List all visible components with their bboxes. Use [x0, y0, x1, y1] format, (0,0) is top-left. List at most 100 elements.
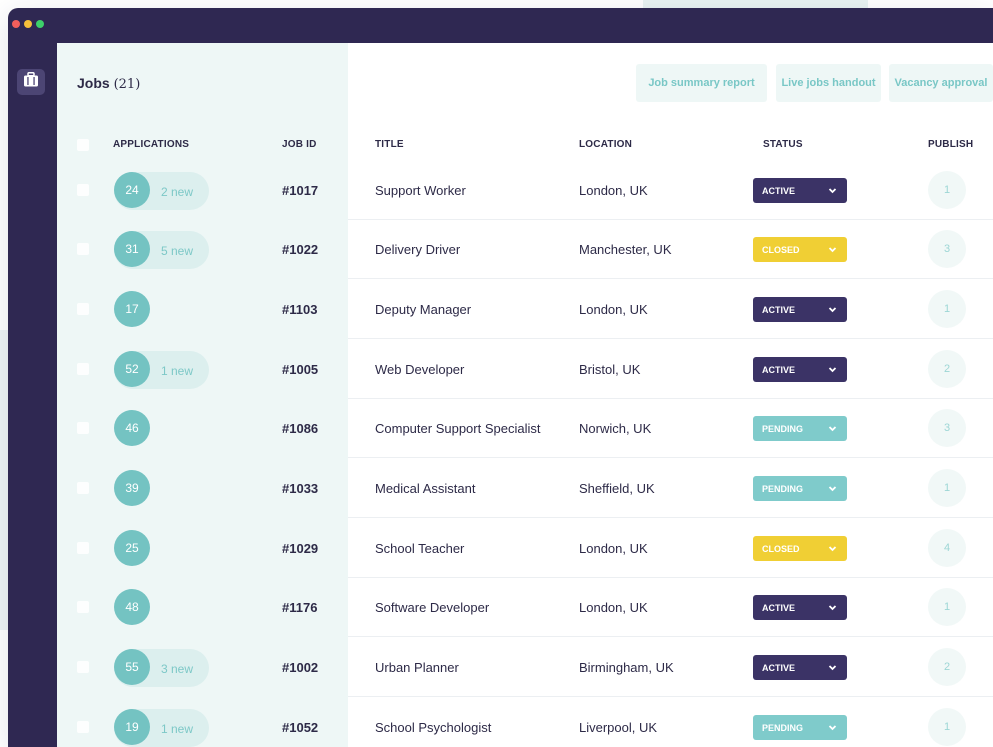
table-row[interactable]: 46 #1086 Computer Support Specialist Nor…: [57, 399, 993, 458]
job-title[interactable]: Web Developer: [375, 362, 464, 377]
job-location: London, UK: [579, 183, 648, 198]
column-header-title[interactable]: TITLE: [375, 139, 404, 150]
applications-count[interactable]: 25: [114, 530, 150, 566]
status-label: ACTIVE: [762, 662, 796, 673]
job-title[interactable]: Urban Planner: [375, 660, 459, 675]
row-checkbox[interactable]: [77, 184, 89, 196]
applications-count[interactable]: 55: [114, 649, 150, 685]
chevron-down-icon: [828, 188, 837, 194]
table-row[interactable]: 39 #1033 Medical Assistant Sheffield, UK…: [57, 459, 993, 518]
select-all-checkbox[interactable]: [77, 139, 89, 151]
row-checkbox[interactable]: [77, 422, 89, 434]
job-title[interactable]: Software Developer: [375, 600, 489, 615]
status-dropdown[interactable]: PENDING: [753, 416, 847, 441]
row-divider: [348, 517, 993, 518]
publish-count[interactable]: 2: [928, 648, 966, 686]
status-label: ACTIVE: [762, 364, 796, 375]
new-applications-label: 5 new: [161, 244, 194, 258]
new-applications-label: 1 new: [161, 722, 194, 736]
jobs-content: Jobs (21) Job summary report Live jobs h…: [57, 43, 993, 747]
live-jobs-handout-button[interactable]: Live jobs handout: [776, 64, 881, 102]
job-title[interactable]: Delivery Driver: [375, 242, 460, 257]
close-window-button[interactable]: [12, 20, 20, 28]
job-title[interactable]: Computer Support Specialist: [375, 421, 540, 436]
publish-count[interactable]: 1: [928, 588, 966, 626]
table-row[interactable]: 17 #1103 Deputy Manager London, UK ACTIV…: [57, 280, 993, 339]
new-applications-label: 2 new: [161, 185, 194, 199]
chevron-down-icon: [828, 367, 837, 373]
publish-count[interactable]: 3: [928, 230, 966, 268]
status-label: PENDING: [762, 423, 804, 434]
title-bar: [8, 8, 993, 43]
status-dropdown[interactable]: PENDING: [753, 715, 847, 740]
table-row[interactable]: 31 5 new #1022 Delivery Driver Mancheste…: [57, 220, 993, 279]
status-dropdown[interactable]: ACTIVE: [753, 178, 847, 203]
status-dropdown[interactable]: ACTIVE: [753, 655, 847, 680]
jobs-count: (21): [113, 77, 141, 92]
table-row[interactable]: 24 2 new #1017 Support Worker London, UK…: [57, 161, 993, 220]
applications-count[interactable]: 31: [114, 231, 150, 267]
chevron-down-icon: [828, 426, 837, 432]
job-id: #1002: [282, 660, 319, 675]
column-header-job-id[interactable]: JOB ID: [282, 139, 317, 150]
publish-count[interactable]: 2: [928, 350, 966, 388]
column-header-publish[interactable]: PUBLISH: [928, 139, 973, 150]
applications-count[interactable]: 39: [114, 470, 150, 506]
column-header-status[interactable]: STATUS: [763, 139, 803, 150]
minimize-window-button[interactable]: [24, 20, 32, 28]
applications-count[interactable]: 24: [114, 172, 150, 208]
applications-count[interactable]: 19: [114, 709, 150, 745]
row-checkbox[interactable]: [77, 601, 89, 613]
table-row[interactable]: 19 1 new #1052 School Psychologist Liver…: [57, 698, 993, 747]
sidebar-item-jobs[interactable]: [17, 69, 45, 95]
chevron-down-icon: [828, 307, 837, 313]
chevron-down-icon: [828, 725, 837, 731]
applications-count[interactable]: 17: [114, 291, 150, 327]
job-summary-report-button[interactable]: Job summary report: [636, 64, 767, 102]
column-header-location[interactable]: LOCATION: [579, 139, 632, 150]
row-divider: [348, 338, 993, 339]
status-dropdown[interactable]: ACTIVE: [753, 297, 847, 322]
applications-count[interactable]: 52: [114, 351, 150, 387]
column-header-applications[interactable]: APPLICATIONS: [113, 139, 189, 150]
job-location: Norwich, UK: [579, 421, 652, 436]
publish-count[interactable]: 1: [928, 290, 966, 328]
vacancy-approval-button[interactable]: Vacancy approval: [889, 64, 993, 102]
row-checkbox[interactable]: [77, 542, 89, 554]
row-checkbox[interactable]: [77, 303, 89, 315]
publish-count[interactable]: 4: [928, 529, 966, 567]
job-location: London, UK: [579, 302, 648, 317]
table-row[interactable]: 48 #1176 Software Developer London, UK A…: [57, 578, 993, 637]
job-location: Sheffield, UK: [579, 481, 655, 496]
publish-count[interactable]: 1: [928, 171, 966, 209]
maximize-window-button[interactable]: [36, 20, 44, 28]
status-label: ACTIVE: [762, 185, 796, 196]
table-row[interactable]: 25 #1029 School Teacher London, UK CLOSE…: [57, 519, 993, 578]
publish-count[interactable]: 1: [928, 708, 966, 746]
publish-count[interactable]: 3: [928, 409, 966, 447]
job-title[interactable]: School Psychologist: [375, 720, 491, 735]
job-id: #1176: [282, 600, 318, 615]
status-dropdown[interactable]: ACTIVE: [753, 357, 847, 382]
status-dropdown[interactable]: PENDING: [753, 476, 847, 501]
chevron-down-icon: [828, 665, 837, 671]
row-checkbox[interactable]: [77, 243, 89, 255]
row-checkbox[interactable]: [77, 661, 89, 673]
row-divider: [348, 636, 993, 637]
job-title[interactable]: Deputy Manager: [375, 302, 471, 317]
status-dropdown[interactable]: CLOSED: [753, 237, 847, 262]
table-row[interactable]: 52 1 new #1005 Web Developer Bristol, UK…: [57, 340, 993, 399]
job-title[interactable]: Support Worker: [375, 183, 466, 198]
job-title[interactable]: School Teacher: [375, 541, 464, 556]
applications-count[interactable]: 46: [114, 410, 150, 446]
publish-count[interactable]: 1: [928, 469, 966, 507]
row-checkbox[interactable]: [77, 721, 89, 733]
table-row[interactable]: 55 3 new #1002 Urban Planner Birmingham,…: [57, 638, 993, 697]
status-dropdown[interactable]: ACTIVE: [753, 595, 847, 620]
row-checkbox[interactable]: [77, 482, 89, 494]
row-checkbox[interactable]: [77, 363, 89, 375]
status-dropdown[interactable]: CLOSED: [753, 536, 847, 561]
applications-count[interactable]: 48: [114, 589, 150, 625]
job-title[interactable]: Medical Assistant: [375, 481, 475, 496]
chevron-down-icon: [828, 605, 837, 611]
